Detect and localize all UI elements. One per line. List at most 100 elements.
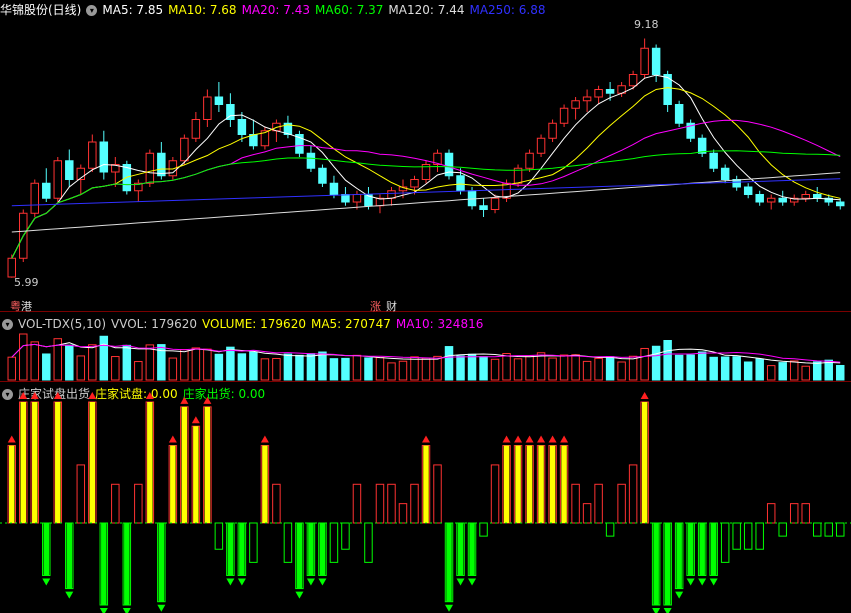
indicator-bar	[778, 522, 787, 537]
signal-bar	[32, 402, 38, 523]
indicator-bar	[605, 522, 615, 537]
down-arrow-icon	[663, 608, 672, 613]
volume-bar	[686, 354, 695, 381]
volume-bar	[536, 352, 546, 381]
volume-bar	[76, 355, 86, 381]
indicator-bar	[272, 483, 281, 524]
up-arrow-icon	[422, 435, 430, 443]
signal-bar	[239, 523, 245, 576]
candle-body	[525, 152, 534, 169]
volume-bar	[709, 356, 718, 381]
candle-body	[766, 197, 776, 203]
candle-body	[571, 100, 580, 109]
candle-body	[99, 141, 109, 173]
candle-body	[548, 122, 557, 139]
indicator-bar	[582, 503, 592, 524]
down-arrow-icon	[445, 604, 454, 612]
signal-bar	[687, 523, 694, 576]
candle-body	[582, 96, 592, 102]
volume-bar	[421, 357, 431, 381]
candle-body	[65, 160, 74, 180]
volume-bar	[801, 365, 810, 381]
signal-bar	[515, 445, 521, 523]
down-arrow-icon	[42, 578, 51, 586]
volume-bar	[594, 357, 603, 381]
indicator-bar	[433, 464, 442, 524]
volume-bar	[663, 340, 672, 381]
volume-bar	[778, 362, 787, 381]
signal-bar	[641, 402, 648, 523]
candle-body	[214, 96, 224, 105]
indicator-bar	[628, 464, 638, 524]
signal-bar	[561, 445, 567, 523]
candle-body	[812, 194, 822, 199]
volume-bar	[99, 335, 109, 381]
volume-bar	[180, 349, 189, 381]
volume-bar	[387, 362, 396, 381]
signal-bar	[308, 523, 314, 576]
candle-body	[318, 167, 327, 184]
volume-bar	[214, 353, 224, 381]
volume-bar	[836, 364, 845, 381]
signal-bar	[423, 445, 429, 523]
signal-bar	[147, 402, 153, 523]
indicator-bar	[410, 483, 419, 524]
indicator-bar	[732, 522, 741, 550]
candle-body	[605, 89, 615, 94]
volume-bar	[433, 355, 442, 381]
candle-body	[456, 175, 465, 192]
signal-bar	[549, 445, 556, 523]
candle-body	[778, 197, 787, 203]
signal-bar	[538, 445, 544, 523]
signal-bar	[446, 523, 452, 602]
candle-body	[306, 152, 316, 169]
up-arrow-icon	[30, 392, 39, 399]
volume-bar	[237, 353, 247, 381]
volume-bar	[456, 355, 465, 381]
signal-bar	[710, 523, 717, 576]
indicator-bar	[801, 503, 810, 524]
volume-bar	[364, 357, 373, 381]
volume-bar	[272, 358, 281, 381]
volume-bar	[755, 358, 764, 381]
candle-body	[490, 197, 500, 210]
down-arrow-icon	[652, 608, 661, 613]
volume-bar	[122, 344, 132, 381]
volume-bar	[513, 358, 523, 381]
volume-bar	[30, 341, 40, 381]
volume-bar	[295, 354, 304, 381]
candle-body	[479, 205, 488, 210]
volume-bar	[65, 344, 74, 381]
candle-body	[594, 89, 603, 98]
up-arrow-icon	[203, 396, 212, 404]
candle-body	[203, 96, 212, 120]
volume-bar	[479, 356, 488, 381]
indicator-bar	[283, 522, 293, 563]
volume-bar	[628, 355, 638, 381]
candle-body	[341, 194, 350, 203]
candle-body	[836, 201, 845, 207]
indicator-bar	[398, 503, 408, 524]
up-arrow-icon	[260, 435, 269, 443]
up-arrow-icon	[191, 416, 200, 424]
candle-body	[180, 137, 189, 162]
indicator-bar	[789, 503, 799, 524]
volume-bar	[490, 358, 500, 381]
signal-bar	[158, 523, 165, 602]
volume-bar	[525, 355, 534, 381]
candle-body	[53, 160, 63, 199]
volume-bar	[283, 353, 293, 381]
up-arrow-icon	[88, 392, 97, 399]
indicator-bar	[387, 483, 396, 524]
indicator-bar	[352, 483, 362, 524]
candle-body	[628, 74, 638, 87]
volume-bar	[651, 345, 661, 381]
chart-canvas[interactable]	[0, 0, 851, 613]
candle-body	[709, 152, 718, 169]
down-arrow-icon	[709, 578, 718, 586]
signal-bar	[699, 523, 705, 576]
candle-body	[651, 47, 661, 75]
down-arrow-icon	[122, 608, 131, 613]
volume-bar	[168, 357, 178, 381]
indicator-bar	[214, 522, 224, 550]
